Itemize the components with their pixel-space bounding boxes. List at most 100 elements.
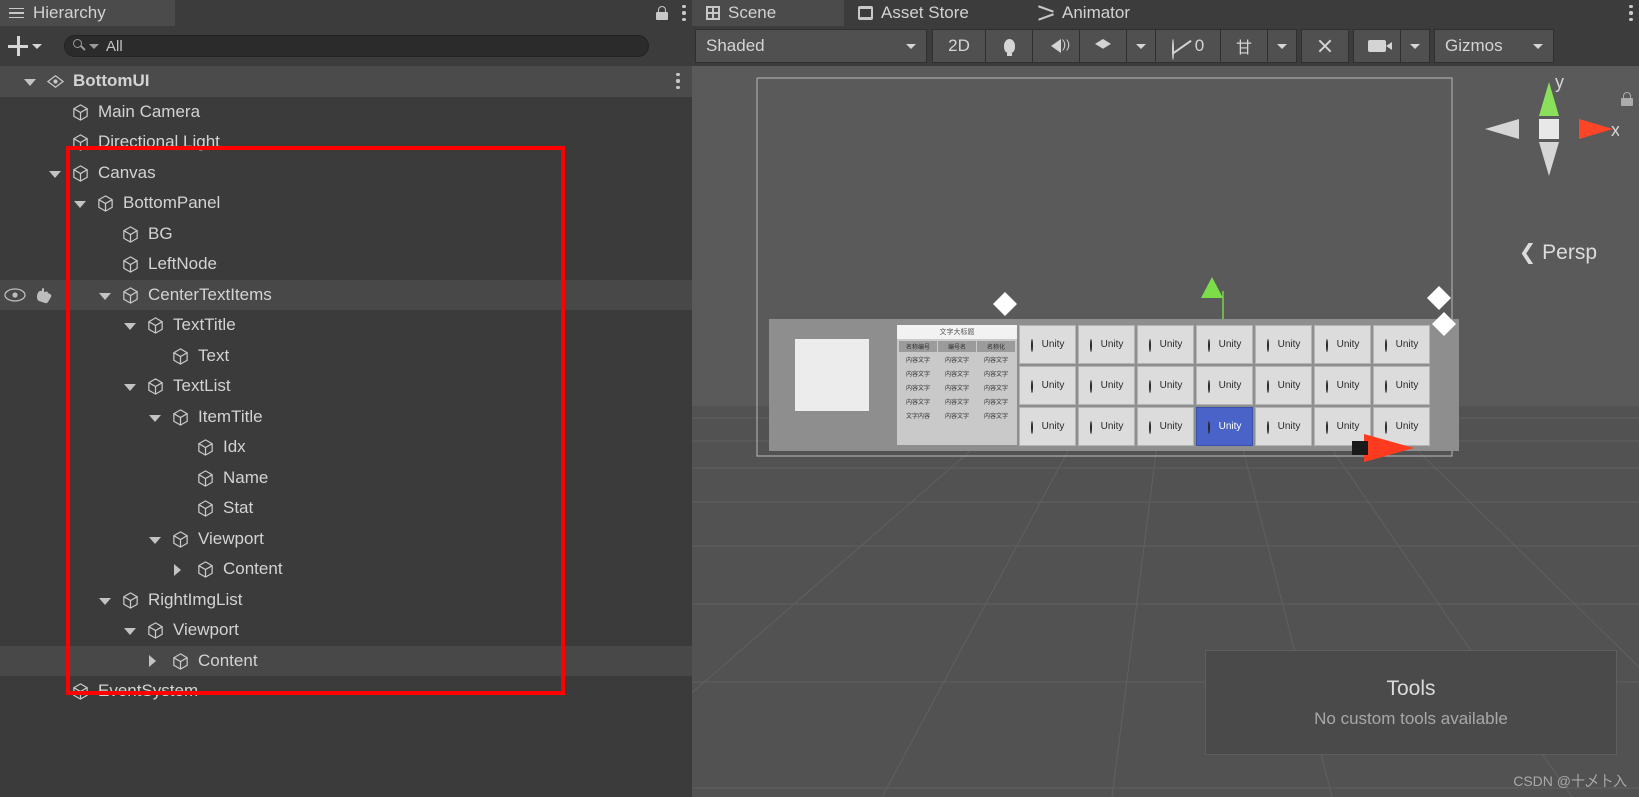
hierarchy-row[interactable]: Directional Light (0, 127, 692, 158)
hierarchy-row[interactable]: TextTitle (0, 310, 692, 341)
hierarchy-row[interactable]: TextList (0, 371, 692, 402)
img-list-item[interactable]: Unity (1373, 366, 1430, 405)
img-list-item[interactable]: Unity (1373, 325, 1430, 364)
toggle-2d-button[interactable]: 2D (932, 29, 986, 63)
hierarchy-row[interactable]: CenterTextItems (0, 279, 692, 310)
camera-button[interactable] (1353, 29, 1401, 63)
gizmos-dropdown[interactable]: Gizmos (1434, 29, 1554, 63)
img-list-item[interactable]: Unity (1255, 407, 1312, 446)
row-kebab-menu-icon[interactable] (676, 73, 680, 89)
unity-logo-icon (1030, 380, 1040, 393)
img-list-item[interactable]: Unity (1019, 325, 1076, 364)
img-list-item[interactable]: Unity (1137, 366, 1194, 405)
search-input[interactable]: All (64, 35, 649, 57)
collapse-arrow-icon[interactable] (99, 597, 111, 605)
audio-toggle-button[interactable] (1032, 29, 1080, 63)
img-list-item[interactable]: Unity (1078, 325, 1135, 364)
less-than-icon: ❮ (1518, 241, 1543, 264)
orientation-gizmo[interactable]: y x (1479, 76, 1619, 216)
img-list-item[interactable]: Unity (1196, 325, 1253, 364)
hierarchy-row[interactable]: LeftNode (0, 249, 692, 280)
hierarchy-row[interactable]: BottomPanel (0, 188, 692, 219)
collapse-arrow-icon[interactable] (74, 201, 86, 208)
effects-toggle-button[interactable] (1079, 29, 1127, 63)
hierarchy-row[interactable]: Content (0, 645, 692, 676)
hierarchy-row[interactable]: Name (0, 463, 692, 494)
tab-animator[interactable]: Animator (1024, 0, 1174, 26)
unity-logo-icon (1089, 380, 1099, 393)
img-list-item[interactable]: Unity (1373, 407, 1430, 446)
gameobject-icon (71, 133, 90, 152)
text-list-cell: 内容文字 (944, 399, 969, 406)
projection-label[interactable]: ❮ Persp (1519, 240, 1597, 265)
right-img-list[interactable]: Unity Unity Unity Unity Unity Unity Unity Unity… (1019, 325, 1430, 446)
search-filter-chevron-icon[interactable] (89, 43, 99, 49)
img-list-item[interactable]: Unity (1255, 325, 1312, 364)
draw-mode-dropdown[interactable]: Shaded (695, 29, 927, 63)
collapse-arrow-icon[interactable] (124, 384, 136, 391)
unity-logo-icon (1030, 339, 1040, 352)
hierarchy-row[interactable]: Idx (0, 432, 692, 463)
collapse-arrow-icon[interactable] (99, 292, 111, 300)
img-list-item[interactable]: Unity (1078, 366, 1135, 405)
scene-viewport[interactable]: 文字大标题 名称编号 内容文字 内容文字 内容文字 内容文字 文字内容 编号名 内容文字 内容文… (692, 66, 1639, 797)
img-list-item[interactable]: Unity (1137, 325, 1194, 364)
hierarchy-row[interactable]: Stat (0, 493, 692, 524)
img-list-item[interactable]: Unity (1137, 407, 1194, 446)
unity-logo-icon (1325, 339, 1335, 352)
expand-arrow-icon[interactable] (149, 655, 156, 667)
collapse-arrow-icon[interactable] (49, 170, 61, 178)
tab-hierarchy[interactable]: Hierarchy (0, 0, 175, 26)
scene-camera-overlay-dropdown[interactable] (1267, 29, 1297, 63)
hierarchy-row[interactable]: Viewport (0, 524, 692, 555)
tab-scene[interactable]: Scene (692, 0, 844, 26)
img-list-item[interactable]: Unity (1314, 407, 1371, 446)
expand-arrow-icon[interactable] (174, 563, 181, 576)
img-list-item[interactable]: Unity (1019, 366, 1076, 405)
collapse-arrow-icon[interactable] (149, 414, 161, 422)
hierarchy-row[interactable]: Canvas (0, 158, 692, 189)
hierarchy-row[interactable]: BG (0, 219, 692, 250)
img-list-item[interactable]: Unity (1019, 407, 1076, 446)
hand-icon[interactable] (34, 287, 54, 309)
img-list-item[interactable]: Unity (1314, 325, 1371, 364)
hierarchy-row[interactable]: Main Camera (0, 97, 692, 128)
camera-dropdown[interactable] (1400, 29, 1430, 63)
scene-camera-overlay-button[interactable]: 甘 (1220, 29, 1268, 63)
tab-scene-label: Scene (728, 3, 777, 22)
img-list-item[interactable]: Unity (1196, 366, 1253, 405)
hierarchy-row[interactable]: Content (0, 554, 692, 585)
img-list-item[interactable]: Unity (1196, 407, 1253, 446)
lighting-toggle-button[interactable] (985, 29, 1033, 63)
img-list-item[interactable]: Unity (1314, 366, 1371, 405)
collapse-arrow-icon[interactable] (124, 323, 136, 330)
collapse-arrow-icon[interactable] (149, 536, 161, 544)
kebab-menu-icon[interactable] (1629, 5, 1633, 21)
hierarchy-row[interactable]: Text (0, 341, 692, 372)
search-input-value: All (106, 37, 123, 55)
create-object-button[interactable] (8, 34, 42, 58)
hierarchy-row[interactable]: BottomUI (0, 66, 692, 97)
hierarchy-tree[interactable]: BottomUI Main Camera Directional Light Canv… (0, 66, 692, 797)
scene-visibility-button[interactable]: 0 (1155, 29, 1221, 63)
img-list-item[interactable]: Unity (1078, 407, 1135, 446)
hierarchy-row[interactable]: Viewport (0, 615, 692, 646)
unity-logo-icon (1384, 339, 1394, 352)
tools-button[interactable] (1301, 29, 1349, 63)
ui-canvas-preview[interactable]: 文字大标题 名称编号 内容文字 内容文字 内容文字 内容文字 文字内容 编号名 内容文字 内容文… (769, 319, 1459, 451)
hierarchy-row[interactable]: RightImgList (0, 585, 692, 616)
collapse-arrow-icon[interactable] (24, 79, 36, 86)
unity-logo-icon (1148, 380, 1158, 393)
img-list-item[interactable]: Unity (1255, 366, 1312, 405)
eye-icon[interactable] (4, 288, 26, 307)
hierarchy-row[interactable]: ItemTitle (0, 402, 692, 433)
lock-icon[interactable] (656, 6, 668, 20)
tab-asset-store[interactable]: Asset Store (844, 0, 1024, 26)
img-list-item-label: Unity (1218, 380, 1242, 391)
gameobject-icon (171, 347, 190, 366)
img-list-item-label: Unity (1218, 339, 1242, 350)
hierarchy-row[interactable]: EventSystem (0, 676, 692, 707)
collapse-arrow-icon[interactable] (124, 628, 136, 635)
effects-dropdown[interactable] (1126, 29, 1156, 63)
kebab-menu-icon[interactable] (682, 5, 686, 21)
